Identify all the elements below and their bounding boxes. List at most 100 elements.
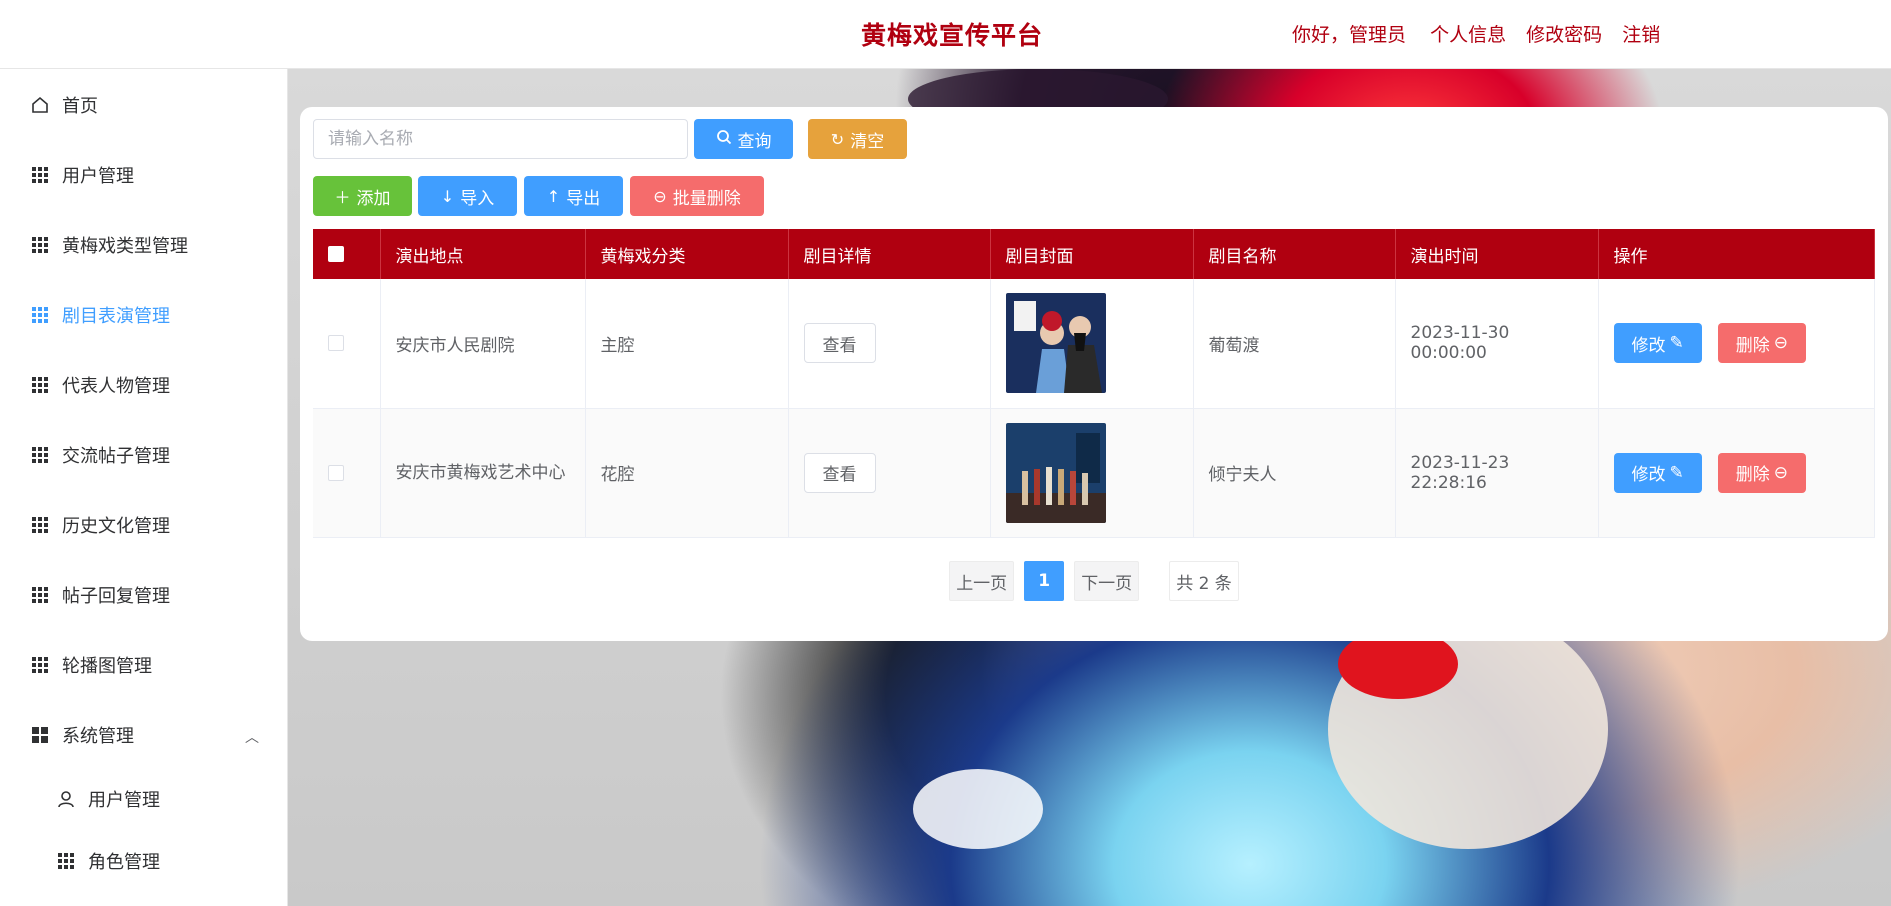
next-page-button[interactable]: 下一页 (1074, 561, 1140, 601)
table-header-row: 演出地点 黄梅戏分类 剧目详情 剧目封面 剧目名称 演出时间 操作 (313, 229, 1875, 279)
grid-icon (30, 305, 50, 325)
table-row: 安庆市黄梅戏艺术中心 花腔 查看 倾宁夫人 2023-11-23 22:28:1… (313, 408, 1875, 538)
actions-cell: 修改 ✎ 删除 ⊖ (1598, 408, 1875, 538)
greeting-text: 你好，管理员 (1292, 24, 1407, 46)
search-icon (716, 129, 732, 149)
cover-image[interactable] (1005, 293, 1106, 394)
minus-circle-icon: ⊖ (1773, 333, 1788, 354)
row-select-cell (313, 408, 381, 538)
delete-button[interactable]: 删除 ⊖ (1717, 452, 1806, 493)
add-button[interactable]: ＋ 添加 (313, 176, 412, 216)
sidebar-subitem-users[interactable]: 用户管理 (0, 769, 287, 829)
row-checkbox[interactable] (328, 464, 344, 481)
time-cell: 2023-11-23 22:28:16 (1395, 408, 1599, 538)
pagination: 上一页 1 下一页 共 2 条 (300, 561, 1888, 601)
import-button[interactable]: ↓ 导入 (418, 176, 517, 216)
category-cell: 花腔 (585, 408, 789, 538)
profile-link[interactable]: 个人信息 (1430, 24, 1506, 46)
query-button[interactable]: 查询 (694, 119, 793, 159)
logout-link[interactable]: 注销 (1622, 24, 1660, 46)
site-title: 黄梅戏宣传平台 (861, 21, 1044, 50)
row-select-cell (313, 279, 381, 409)
select-all-checkbox[interactable] (328, 246, 344, 262)
content-card: 查询 ↻ 清空 ＋ 添加 ↓ 导入 ↑ 导出 ⊖ 批量删除 演出地点 黄梅戏分类… (300, 107, 1888, 641)
sidebar-item-label: 角色管理 (88, 852, 160, 873)
grid-icon (30, 375, 50, 395)
column-header[interactable]: 演出地点 (380, 229, 586, 279)
sidebar-item-label: 轮播图管理 (62, 656, 152, 677)
column-header[interactable]: 剧目详情 (788, 229, 991, 279)
name-cell: 葡萄渡 (1193, 279, 1396, 409)
search-input[interactable] (313, 119, 688, 159)
sidebar-item-label: 首页 (62, 96, 98, 117)
header-links: 你好，管理员 个人信息 修改密码 注销 (1292, 20, 1674, 47)
column-header[interactable]: 剧目名称 (1193, 229, 1396, 279)
minus-circle-icon: ⊖ (653, 186, 667, 206)
top-header: 黄梅戏宣传平台 你好，管理员 个人信息 修改密码 注销 (0, 0, 1891, 69)
sidebar-item-label: 剧目表演管理 (62, 306, 170, 327)
sidebar-item-posts[interactable]: 交流帖子管理 (0, 425, 287, 485)
view-detail-button[interactable]: 查看 (803, 452, 876, 493)
edit-button[interactable]: 修改 ✎ (1613, 452, 1702, 493)
sidebar-item-label: 用户管理 (88, 790, 160, 811)
sidebar-subitem-roles[interactable]: 角色管理 (0, 831, 287, 891)
grid-icon (30, 515, 50, 535)
total-count: 共 2 条 (1169, 561, 1239, 601)
column-header[interactable]: 剧目封面 (990, 229, 1194, 279)
decor-blob (913, 769, 1043, 849)
sidebar-item-system[interactable]: 系统管理 ︿ (0, 705, 287, 765)
column-header[interactable]: 黄梅戏分类 (585, 229, 789, 279)
batch-delete-button[interactable]: ⊖ 批量删除 (630, 176, 764, 216)
page-number-button[interactable]: 1 (1024, 561, 1065, 601)
edit-button-label: 修改 (1631, 465, 1666, 485)
table-row: 安庆市人民剧院 主腔 查看 葡萄渡 2023-11-30 00:00:00 修改… (313, 279, 1875, 409)
menu-icon (30, 725, 50, 745)
sidebar-item-label: 黄梅戏类型管理 (62, 236, 188, 257)
sidebar-item-users[interactable]: 用户管理 (0, 145, 287, 205)
sidebar-item-label: 系统管理 (62, 726, 134, 747)
location-cell: 安庆市人民剧院 (380, 279, 586, 409)
edit-button[interactable]: 修改 ✎ (1613, 323, 1702, 364)
delete-button[interactable]: 删除 ⊖ (1717, 323, 1806, 364)
time-cell: 2023-11-30 00:00:00 (1395, 279, 1599, 409)
edit-button-label: 修改 (1631, 335, 1666, 356)
sidebar-item-home[interactable]: 首页 (0, 75, 287, 135)
location-cell: 安庆市黄梅戏艺术中心 (380, 408, 586, 538)
clear-button[interactable]: ↻ 清空 (808, 119, 907, 159)
refresh-icon: ↻ (830, 129, 845, 149)
cover-image[interactable] (1005, 422, 1106, 523)
grid-icon (56, 851, 76, 871)
add-button-label: 添加 (356, 188, 391, 209)
edit-icon: ✎ (1669, 333, 1684, 354)
batch-delete-button-label: 批量删除 (672, 188, 741, 209)
arrow-up-icon: ↑ (546, 186, 561, 206)
sidebar-item-carousel[interactable]: 轮播图管理 (0, 635, 287, 695)
view-detail-button[interactable]: 查看 (803, 323, 876, 364)
grid-icon (30, 235, 50, 255)
detail-cell: 查看 (788, 279, 991, 409)
sidebar-item-figures[interactable]: 代表人物管理 (0, 355, 287, 415)
import-button-label: 导入 (460, 188, 495, 209)
sidebar-item-replies[interactable]: 帖子回复管理 (0, 565, 287, 625)
column-header[interactable]: 演出时间 (1395, 229, 1599, 279)
grid-icon (30, 655, 50, 675)
actions-cell: 修改 ✎ 删除 ⊖ (1598, 279, 1875, 409)
chevron-up-icon: ︿ (245, 730, 259, 746)
column-header[interactable]: 操作 (1598, 229, 1875, 279)
sidebar: 首页 用户管理 黄梅戏类型管理 剧目表演管理 代表人物管理 交流帖子管理 历史文… (0, 69, 288, 906)
plus-icon: ＋ (334, 188, 351, 207)
user-icon (56, 789, 76, 809)
sidebar-item-performances[interactable]: 剧目表演管理 (0, 285, 287, 345)
sidebar-item-label: 帖子回复管理 (62, 586, 170, 607)
grid-icon (30, 445, 50, 465)
edit-icon: ✎ (1669, 462, 1684, 483)
name-cell: 倾宁夫人 (1193, 408, 1396, 538)
sidebar-item-history[interactable]: 历史文化管理 (0, 495, 287, 555)
export-button[interactable]: ↑ 导出 (524, 176, 623, 216)
export-button-label: 导出 (566, 188, 601, 209)
row-checkbox[interactable] (328, 335, 344, 352)
prev-page-button[interactable]: 上一页 (949, 561, 1015, 601)
sidebar-item-opera-types[interactable]: 黄梅戏类型管理 (0, 215, 287, 275)
select-all-cell (313, 229, 381, 279)
change-password-link[interactable]: 修改密码 (1526, 24, 1602, 46)
